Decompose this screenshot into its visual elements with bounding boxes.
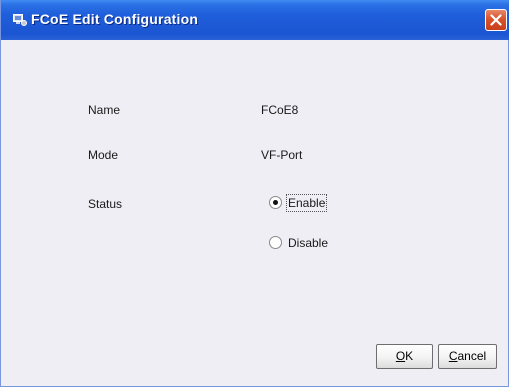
- status-disable-label[interactable]: Disable: [288, 236, 328, 250]
- ok-button[interactable]: OK: [376, 344, 433, 369]
- status-enable-label[interactable]: Enable: [285, 194, 328, 212]
- window-title: FCoE Edit Configuration: [31, 11, 199, 27]
- mode-value: VF-Port: [261, 148, 303, 162]
- title-bar[interactable]: FCoE Edit Configuration: [1, 0, 509, 40]
- close-button[interactable]: [485, 9, 507, 31]
- name-label: Name: [88, 103, 121, 117]
- close-icon: [490, 14, 502, 26]
- cancel-button[interactable]: Cancel: [438, 344, 497, 369]
- dialog-window: FCoE Edit Configuration Name FCoE8 Mode …: [0, 0, 509, 387]
- cancel-label-rest: ancel: [457, 349, 487, 363]
- status-label: Status: [88, 197, 123, 211]
- status-enable-radio[interactable]: [269, 196, 282, 209]
- mode-label: Mode: [88, 148, 119, 162]
- radio-selected-dot: [273, 200, 278, 205]
- name-value: FCoE8: [261, 103, 299, 117]
- dialog-content: Name FCoE8 Mode VF-Port Status Enable Di…: [1, 40, 508, 386]
- ok-mnemonic: O: [395, 349, 406, 363]
- status-disable-radio[interactable]: [269, 236, 282, 249]
- ok-label-rest: K: [405, 349, 414, 363]
- server-settings-icon: [13, 13, 27, 26]
